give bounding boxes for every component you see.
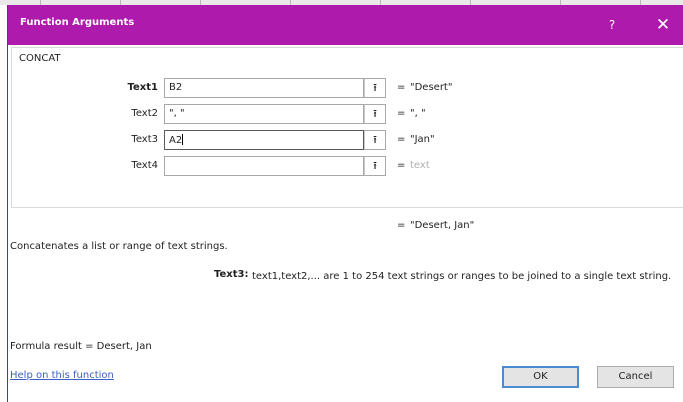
collapse-dialog-icon[interactable]: ⭱ <box>364 130 386 150</box>
text3-input[interactable]: A2 <box>164 130 364 150</box>
formula-result: Formula result = Desert, Jan <box>10 341 152 352</box>
text4-input[interactable] <box>164 156 364 176</box>
collapse-dialog-icon[interactable]: ⭱ <box>364 156 386 176</box>
function-arguments-dialog: Function Arguments ? ✕ CONCAT Text1 B2 ⭱… <box>7 5 683 402</box>
cancel-button[interactable]: Cancel <box>597 366 674 388</box>
argument-label: Text4 <box>131 160 158 171</box>
argument-result-placeholder: text <box>410 160 430 171</box>
text3-value: A2 <box>169 135 183 146</box>
text1-input[interactable]: B2 <box>164 78 364 98</box>
help-icon[interactable]: ? <box>601 14 623 36</box>
equals-sign: = <box>397 160 406 171</box>
equals-sign: = <box>397 82 406 93</box>
argument-result: "Jan" <box>410 134 435 145</box>
equals-sign: = <box>397 134 406 145</box>
overall-result: "Desert, Jan" <box>410 220 475 231</box>
title-bar[interactable]: Function Arguments ? ✕ <box>8 5 683 45</box>
dialog-title: Function Arguments <box>20 17 135 28</box>
argument-label: Text2 <box>131 108 158 119</box>
argument-help-text: text1,text2,... are 1 to 254 text string… <box>252 271 672 282</box>
equals-sign: = <box>397 108 406 119</box>
argument-box-bottom-border <box>11 207 683 208</box>
argument-row-text1: Text1 B2 ⭱ = "Desert" <box>8 78 683 100</box>
argument-row-text4: Text4 ⭱ = text <box>8 156 683 178</box>
overall-equals-sign: = <box>397 220 406 231</box>
text-cursor <box>182 134 184 145</box>
argument-row-text2: Text2 ", " ⭱ = ", " <box>8 104 683 126</box>
collapse-dialog-icon[interactable]: ⭱ <box>364 78 386 98</box>
collapse-dialog-icon[interactable]: ⭱ <box>364 104 386 124</box>
argument-row-text3: Text3 A2 ⭱ = "Jan" <box>8 130 683 152</box>
ok-button[interactable]: OK <box>502 366 579 388</box>
argument-box-top-border <box>11 47 683 48</box>
argument-box-left-border <box>11 47 12 207</box>
argument-result: ", " <box>410 108 426 119</box>
argument-result: "Desert" <box>410 82 453 93</box>
function-name: CONCAT <box>19 53 61 64</box>
argument-label: Text1 <box>127 82 158 93</box>
close-icon[interactable]: ✕ <box>651 13 675 37</box>
argument-label: Text3 <box>131 134 158 145</box>
function-description: Concatenates a list or range of text str… <box>10 241 228 252</box>
argument-help-name: Text3: <box>214 269 249 280</box>
help-on-function-link[interactable]: Help on this function <box>10 370 114 381</box>
text2-input[interactable]: ", " <box>164 104 364 124</box>
